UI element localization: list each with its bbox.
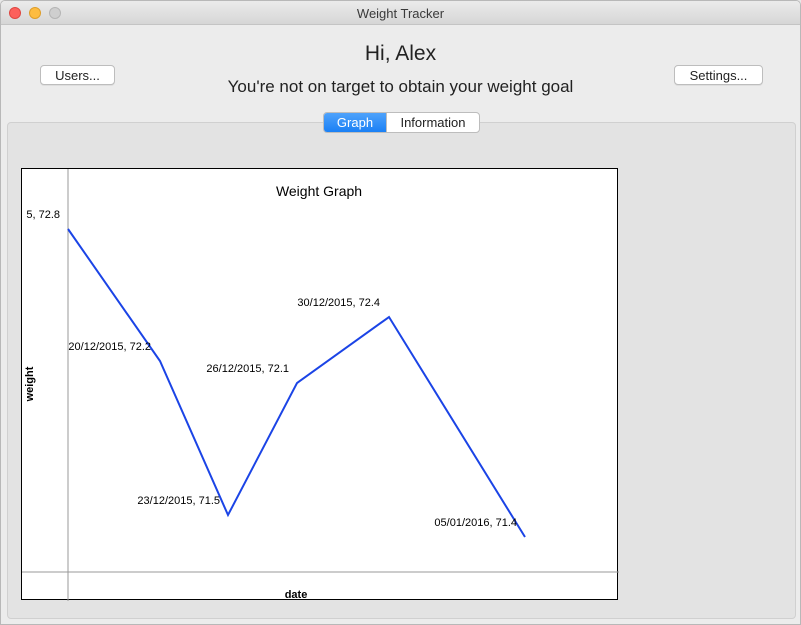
window-title: Weight Tracker <box>356 6 445 21</box>
greeting-heading: Hi, Alex <box>364 42 437 65</box>
series-layer: 5, 72.8 20/12/2015, 72.2 23/12/2015, 71.5 2… <box>26 209 526 538</box>
x-axis-label: date <box>285 589 308 601</box>
tab-graph[interactable]: Graph <box>324 113 386 132</box>
data-point-label: 23/12/2015, 71.5 <box>137 495 220 507</box>
y-axis-label: weight <box>24 366 36 402</box>
data-point-label: 20/12/2015, 72.2 <box>68 341 151 353</box>
tab-information[interactable]: Information <box>386 113 479 132</box>
data-point-label: 5, 72.8 <box>26 209 60 221</box>
weight-chart-svg: Weight Graph date weight 5, 72.8 20/12/20… <box>22 169 619 601</box>
users-button[interactable]: Users... <box>40 65 115 85</box>
data-point-label: 26/12/2015, 72.1 <box>206 363 289 375</box>
tab-switcher: Graph Information <box>323 112 480 133</box>
title-bar: Weight Tracker <box>1 1 800 25</box>
data-point-label: 30/12/2015, 72.4 <box>297 297 380 309</box>
chart-title: Weight Graph <box>276 183 362 199</box>
weight-chart: Weight Graph date weight 5, 72.8 20/12/20… <box>21 168 619 601</box>
app-window: Weight Tracker Hi, Alex You're not on ta… <box>0 0 801 625</box>
settings-button[interactable]: Settings... <box>674 65 763 85</box>
weight-series-line <box>67 228 526 538</box>
data-point-label: 05/01/2016, 71.4 <box>434 517 517 529</box>
